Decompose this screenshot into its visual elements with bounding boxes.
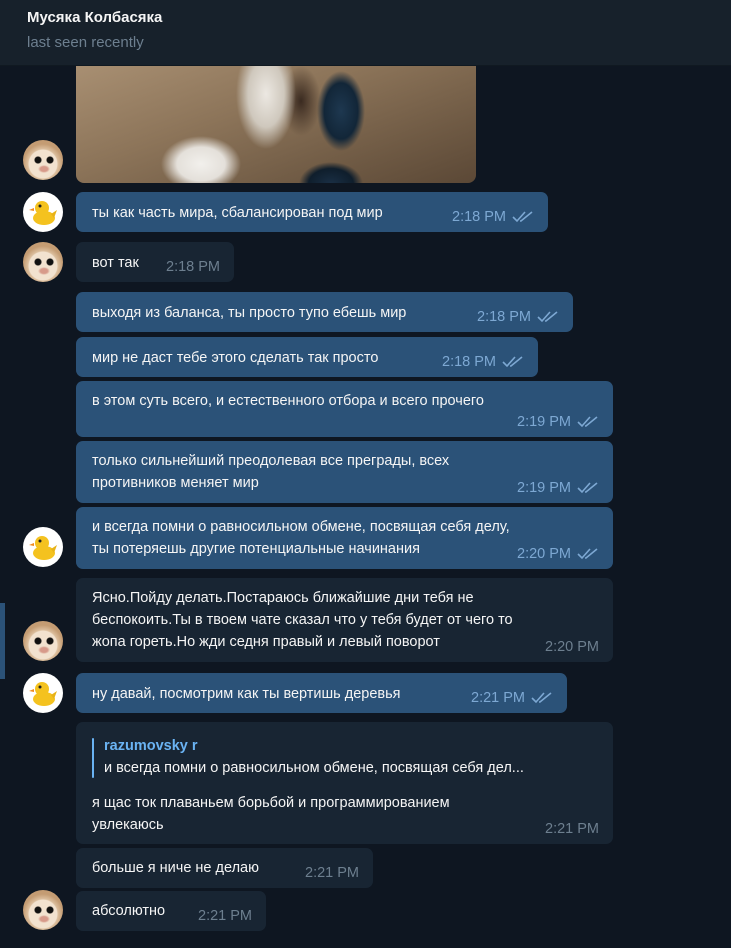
duck-avatar[interactable] [23,527,63,567]
message-time: 2:19 PM [517,480,571,496]
message-meta: 2:18 PM [477,308,559,326]
message-meta: 2:18 PM [166,258,220,276]
message-text: больше я ниче не делаю [92,860,259,876]
message-meta: 2:20 PM [517,545,599,563]
message-text: абсолютно [92,903,166,919]
message-bubble[interactable]: в этом суть всего, и естественного отбор… [76,381,613,437]
scroll-indicator [0,603,5,679]
photo-message[interactable] [76,66,476,183]
message-bubble[interactable]: больше я ниче не делаю 2:21 PM [76,848,373,888]
message-time: 2:20 PM [545,639,599,655]
message-time: 2:20 PM [517,546,571,562]
message-meta: 2:19 PM [517,413,599,431]
double-check-icon [577,548,598,560]
message-bubble-with-reply[interactable]: razumovsky r и всегда помни о равносильн… [76,722,613,844]
message-time: 2:21 PM [198,908,252,924]
message-bubble[interactable]: абсолютно 2:21 PM [76,891,266,931]
message-text: мир не даст тебе этого сделать так прост… [92,350,379,366]
message-meta: 2:21 PM [198,907,252,925]
message-bubble[interactable]: и всегда помни о равносильном обмене, по… [76,507,613,569]
message-bubble[interactable]: мир не даст тебе этого сделать так прост… [76,337,538,377]
message-time: 2:21 PM [305,865,359,881]
chat-header[interactable]: Мусяка Колбасяка last seen recently [0,0,731,66]
message-text: только сильнейший преодолевая все прегра… [92,453,450,491]
cat-avatar[interactable] [23,242,63,282]
message-meta: 2:21 PM [305,864,359,882]
reply-preview[interactable]: и всегда помни о равносильном обмене, по… [104,758,524,778]
message-text: ну давай, посмотрим как ты вертишь дерев… [92,686,401,702]
duck-avatar[interactable] [23,673,63,713]
cat-avatar[interactable] [23,140,63,180]
message-meta: 2:20 PM [545,638,599,656]
message-text: я щас ток плаваньем борьбой и программир… [92,795,450,833]
double-check-icon [531,692,552,704]
message-time: 2:21 PM [545,821,599,837]
message-bubble[interactable]: только сильнейший преодолевая все прегра… [76,441,613,503]
message-bubble[interactable]: выходя из баланса, ты просто тупо ебешь … [76,292,573,332]
message-text: ты как часть мира, сбалансирован под мир [92,205,383,221]
double-check-icon [577,416,598,428]
message-meta: 2:18 PM [452,208,534,226]
message-time: 2:18 PM [166,259,220,275]
message-meta: 2:19 PM [517,479,599,497]
message-meta: 2:21 PM [545,820,599,838]
message-bubble[interactable]: ты как часть мира, сбалансирован под мир… [76,192,548,232]
contact-status: last seen recently [27,34,144,51]
message-time: 2:21 PM [471,690,525,706]
cat-avatar[interactable] [23,890,63,930]
message-text: Ясно.Пойду делать.Постараюсь ближайшие д… [92,590,513,650]
message-bubble[interactable]: Ясно.Пойду делать.Постараюсь ближайшие д… [76,578,613,662]
message-time: 2:18 PM [442,354,496,370]
message-time: 2:19 PM [517,414,571,430]
message-text: выходя из баланса, ты просто тупо ебешь … [92,305,407,321]
message-meta: 2:18 PM [442,353,524,371]
contact-name[interactable]: Мусяка Колбасяка [27,9,162,26]
message-time: 2:18 PM [452,209,506,225]
message-bubble[interactable]: вот так 2:18 PM [76,242,234,282]
message-meta: 2:21 PM [471,689,553,707]
double-check-icon [537,311,558,323]
reply-author[interactable]: razumovsky r [104,736,198,756]
duck-avatar[interactable] [23,192,63,232]
double-check-icon [512,211,533,223]
message-bubble[interactable]: ну давай, посмотрим как ты вертишь дерев… [76,673,567,713]
cat-avatar[interactable] [23,621,63,661]
reply-quote-bar [92,738,94,778]
message-text: и всегда помни о равносильном обмене, по… [92,519,510,557]
message-text: в этом суть всего, и естественного отбор… [92,393,484,409]
message-text: вот так [92,255,139,271]
double-check-icon [502,356,523,368]
double-check-icon [577,482,598,494]
message-time: 2:18 PM [477,309,531,325]
